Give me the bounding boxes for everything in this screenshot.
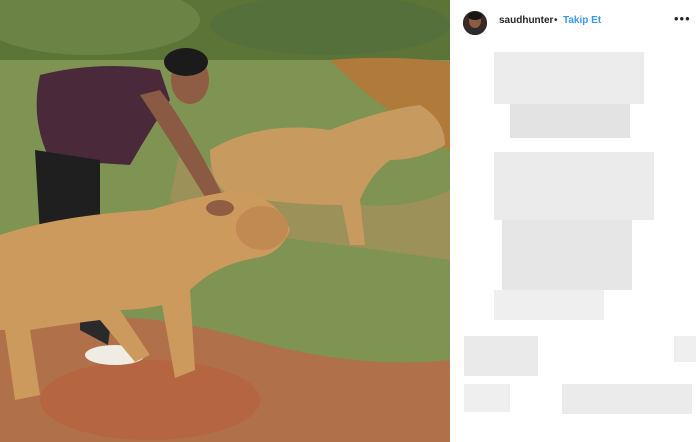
follow-button[interactable]: Takip Et: [563, 15, 601, 26]
instagram-post: saudhunter • Takip Et •••: [0, 0, 700, 442]
separator-dot: •: [554, 15, 558, 26]
avatar-image: [463, 11, 487, 35]
username-link[interactable]: saudhunter: [499, 15, 553, 26]
avatar[interactable]: [463, 11, 487, 35]
post-sidebar: saudhunter • Takip Et •••: [450, 0, 700, 442]
man-hand: [206, 200, 234, 216]
post-header: saudhunter • Takip Et •••: [450, 0, 700, 44]
lioness-head: [236, 206, 288, 250]
post-photo[interactable]: [0, 0, 450, 442]
more-options-icon[interactable]: •••: [674, 11, 691, 26]
blurred-comments: [450, 44, 700, 442]
photo-scene: [0, 0, 450, 442]
man-hair: [164, 48, 208, 76]
